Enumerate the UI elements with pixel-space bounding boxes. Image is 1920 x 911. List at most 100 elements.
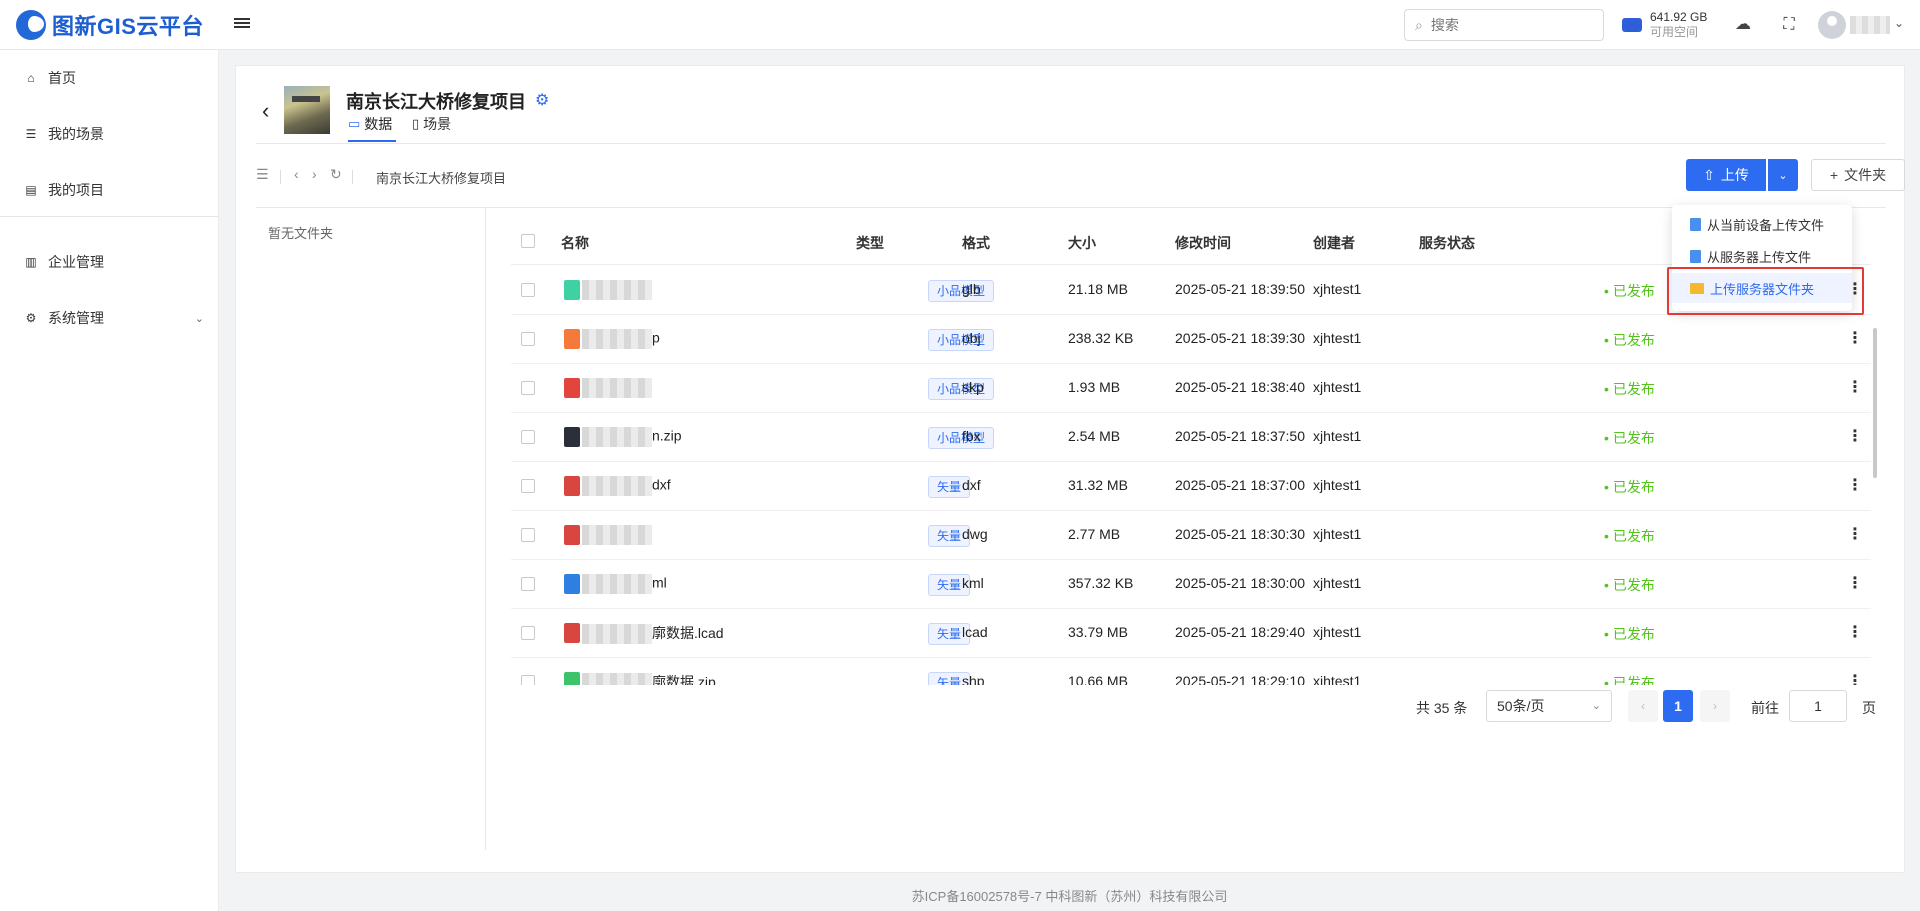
table-row[interactable]: 廓数据.lcad 矢量 lcad 33.79 MB 2025-05-21 18:29:4… [511, 609, 1871, 658]
glb-icon [564, 280, 580, 300]
project-icon: ▤ [25, 183, 37, 197]
status-badge: 已发布 [1604, 575, 1655, 595]
cad-icon [564, 476, 580, 496]
menu-item-upload-local[interactable]: 从当前设备上传文件 [1672, 209, 1852, 239]
format-cell: kml [962, 575, 984, 591]
row-checkbox[interactable] [521, 675, 535, 685]
select-all-checkbox[interactable] [521, 234, 535, 248]
prev-page-button[interactable]: ‹ [1628, 690, 1658, 722]
goto-label: 前往 [1751, 700, 1779, 716]
file-name[interactable]: dxf [582, 476, 671, 496]
sidebar-item-home[interactable]: ⌂ 首页 [24, 66, 204, 90]
table-row[interactable]: n.zip 小品模型 fbx 2.54 MB 2025-05-21 18:37:50 xj… [511, 413, 1871, 462]
logo[interactable]: 图新GIS云平台 [16, 8, 216, 42]
page-title: 南京长江大桥修复项目 [346, 92, 526, 112]
upload-menu-toggle[interactable]: ⌄ [1768, 159, 1798, 191]
chevron-right-icon[interactable]: › [312, 166, 317, 182]
list-view-icon[interactable]: ☰ [256, 166, 269, 183]
page-number-current[interactable]: 1 [1663, 690, 1693, 722]
plus-icon: + [1829, 167, 1839, 183]
home-icon: ⌂ [27, 71, 35, 85]
size-cell: 31.32 MB [1068, 477, 1128, 493]
format-cell: dxf [962, 477, 981, 493]
sidebar-item-my-projects[interactable]: ▤ 我的项目 [24, 178, 204, 202]
more-actions-icon[interactable]: ⋮ [1847, 328, 1863, 348]
file-name[interactable]: n.zip [582, 427, 682, 447]
row-checkbox[interactable] [521, 479, 535, 493]
map-icon: ▯ [412, 116, 420, 131]
tab-scene[interactable]: ▯ 场景 [412, 114, 451, 134]
menu-toggle-icon[interactable] [234, 16, 250, 32]
status-badge: 已发布 [1604, 281, 1655, 301]
sidebar-item-label: 企业管理 [48, 254, 104, 270]
table-row[interactable]: p 小品模型 obj 238.32 KB 2025-05-21 18:39:30 xjht… [511, 315, 1871, 364]
time-cell: 2025-05-21 18:30:00 [1175, 575, 1305, 591]
search-input[interactable] [1430, 17, 1591, 33]
folder-tree: 暂无文件夹 [256, 207, 486, 850]
sidebar-item-system[interactable]: ⚙ 系统管理 ⌄ [24, 306, 204, 330]
status-badge: 已发布 [1604, 477, 1655, 497]
sidebar-item-my-scenes[interactable]: ☰ 我的场景 [24, 122, 204, 146]
table-row[interactable]: 廓数据.zip 矢量 shp 10.66 MB 2025-05-21 18:29:10 x… [511, 658, 1871, 685]
goto-page-input[interactable]: 1 [1789, 690, 1847, 722]
time-cell: 2025-05-21 18:37:00 [1175, 477, 1305, 493]
chevron-down-icon: ⌄ [194, 312, 204, 325]
new-folder-button[interactable]: + 文件夹 [1811, 159, 1905, 191]
file-name[interactable]: 廓数据.lcad [582, 623, 724, 645]
table-scrollbar[interactable] [1873, 328, 1877, 478]
cloud-upload-icon[interactable]: ☁ [1734, 16, 1752, 34]
time-cell: 2025-05-21 18:39:50 [1175, 281, 1305, 297]
row-checkbox[interactable] [521, 332, 535, 346]
storage-icon [1622, 18, 1642, 32]
creator-cell: xjhtest1 [1313, 526, 1362, 542]
row-checkbox[interactable] [521, 577, 535, 591]
chevron-left-icon[interactable]: ‹ [294, 166, 299, 182]
project-panel: ‹ 南京长江大桥修复项目 ⚙ ▭ 数据 ▯ 场景 ☰ ‹ › ↻ 南京长江大桥修… [235, 65, 1905, 873]
tab-data[interactable]: ▭ 数据 [348, 114, 392, 134]
column-header: 名称 [561, 235, 589, 251]
next-page-button[interactable]: › [1700, 690, 1730, 722]
file-name[interactable] [582, 280, 652, 300]
breadcrumb[interactable]: 南京长江大桥修复项目 [376, 168, 506, 187]
sidebar-item-label: 我的场景 [48, 126, 104, 142]
file-name[interactable] [582, 525, 652, 545]
table-row[interactable]: ml 矢量 kml 357.32 KB 2025-05-21 18:30:00 xjhte… [511, 560, 1871, 609]
row-checkbox[interactable] [521, 381, 535, 395]
row-checkbox[interactable] [521, 528, 535, 542]
skp-icon [564, 378, 580, 398]
row-checkbox[interactable] [521, 626, 535, 640]
upload-button[interactable]: ⇧ 上传 [1686, 159, 1766, 191]
file-name[interactable]: 廓数据.zip [582, 672, 716, 685]
chevron-down-icon: ⌄ [1591, 700, 1601, 712]
type-tag: 小品模型 [928, 378, 995, 400]
more-actions-icon[interactable]: ⋮ [1847, 573, 1863, 593]
table-row[interactable]: 小品模型 skp 1.93 MB 2025-05-21 18:38:40 xjhtest… [511, 364, 1871, 413]
more-actions-icon[interactable]: ⋮ [1847, 426, 1863, 446]
more-actions-icon[interactable]: ⋮ [1847, 475, 1863, 495]
search-box[interactable]: ⌕ [1404, 9, 1604, 41]
more-actions-icon[interactable]: ⋮ [1847, 524, 1863, 544]
more-actions-icon[interactable]: ⋮ [1847, 622, 1863, 642]
file-name[interactable] [582, 378, 652, 398]
chevron-down-icon[interactable]: ⌄ [1894, 16, 1904, 30]
header-divider [256, 143, 1886, 144]
page-size-select[interactable]: 50条/页 ⌄ [1486, 690, 1612, 722]
row-checkbox[interactable] [521, 283, 535, 297]
more-actions-icon[interactable]: ⋮ [1847, 671, 1863, 685]
time-cell: 2025-05-21 18:38:40 [1175, 379, 1305, 395]
file-name[interactable]: ml [582, 574, 667, 594]
username-masked[interactable] [1850, 16, 1890, 34]
search-icon: ⌕ [1415, 16, 1423, 33]
back-icon[interactable]: ‹ [262, 98, 269, 124]
sidebar-item-enterprise[interactable]: ▥ 企业管理 [24, 250, 204, 274]
settings-icon[interactable]: ⚙ [535, 90, 549, 110]
row-checkbox[interactable] [521, 430, 535, 444]
more-actions-icon[interactable]: ⋮ [1847, 377, 1863, 397]
fullscreen-icon[interactable]: ⛶ [1780, 16, 1798, 34]
refresh-icon[interactable]: ↻ [330, 166, 342, 183]
table-row[interactable]: 矢量dwg2.77 MB2025-05-21 18:30:30xjhtest1已… [511, 511, 1871, 560]
table-row[interactable]: dxf 矢量 dxf 31.32 MB 2025-05-21 18:37:00 xjhte… [511, 462, 1871, 511]
file-name[interactable]: p [582, 329, 660, 349]
avatar[interactable] [1818, 11, 1846, 39]
size-cell: 21.18 MB [1068, 281, 1128, 297]
